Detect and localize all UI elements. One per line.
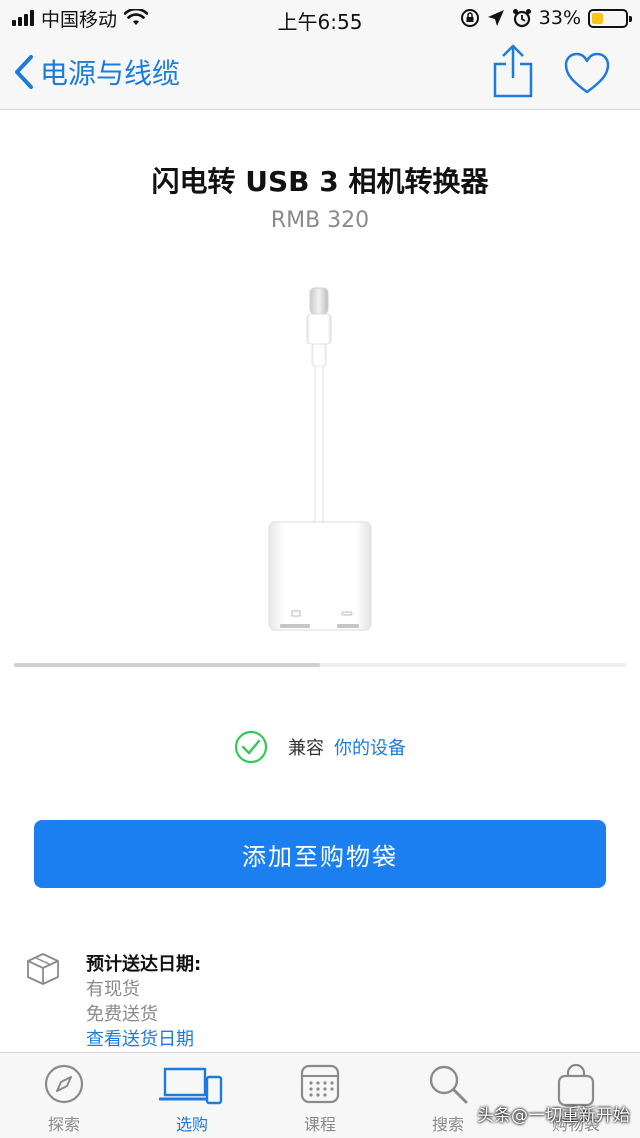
delivery-text: 预计送达日期: 有现货 免费送货 查看送货日期 [86,952,201,1052]
box-icon [27,953,59,985]
orientation-lock-icon [460,9,479,27]
tab-label: 选购 [175,1115,208,1134]
compatibility-label: 兼容 [288,738,324,759]
add-to-bag-button[interactable]: 添加至购物袋 [34,820,606,888]
devices-icon [159,1067,223,1105]
gallery-scroll-thumb[interactable] [14,663,320,667]
location-icon [487,10,504,26]
share-icon[interactable] [492,44,534,98]
delivery-title: 预计送达日期: [86,954,202,975]
wifi-icon [124,9,149,25]
lightning-usb-adapter-image[interactable] [250,280,390,640]
signal-icon [12,10,34,26]
tab-sessions[interactable]: 课程 [256,1053,384,1138]
delivery-stock: 有现货 [86,979,140,1000]
tab-explore[interactable]: 探索 [0,1053,128,1138]
chevron-left-icon [15,55,33,89]
heart-icon[interactable] [564,52,610,96]
product-price: RMB 320 [270,208,370,233]
compass-icon [44,1064,84,1104]
battery-icon [588,8,632,28]
compatibility-link[interactable]: 你的设备 [334,734,406,760]
tab-label: 探索 [47,1115,80,1134]
watermark-text: 头条@一切重新开始 [477,1106,630,1126]
delivery-shipping: 免费送货 [86,1004,158,1025]
screen: 中国移动 上午6:55 33% 电源与线缆 闪电转 USB 3 相机转换器 RM… [0,0,640,1138]
status-right: 33% [460,7,632,29]
nav-bar: 电源与线缆 [0,36,640,110]
carrier-label: 中国移动 [41,8,118,31]
back-label: 电源与线缆 [40,57,181,90]
tab-shop[interactable]: 选购 [128,1053,256,1138]
back-button[interactable]: 电源与线缆 [14,52,180,92]
check-circle-icon [234,730,268,764]
battery-percent: 33% [538,7,581,29]
battery-fill [592,12,603,24]
search-icon [429,1065,468,1104]
status-bar: 中国移动 上午6:55 33% [0,0,640,36]
calendar-icon [300,1064,340,1104]
status-left: 中国移动 [12,5,149,32]
tab-label: 课程 [303,1115,336,1134]
delivery-dates-link[interactable]: 查看送货日期 [86,1027,201,1052]
gallery-scroll-indicator[interactable] [14,663,626,667]
compatibility-row: 兼容 你的设备 [0,730,640,764]
product-title: 闪电转 USB 3 相机转换器 [151,165,489,198]
alarm-icon [512,9,531,28]
tab-bar: 探索 选购 课程 搜索 购物袋 头条@一切重新开始 [0,1052,640,1138]
